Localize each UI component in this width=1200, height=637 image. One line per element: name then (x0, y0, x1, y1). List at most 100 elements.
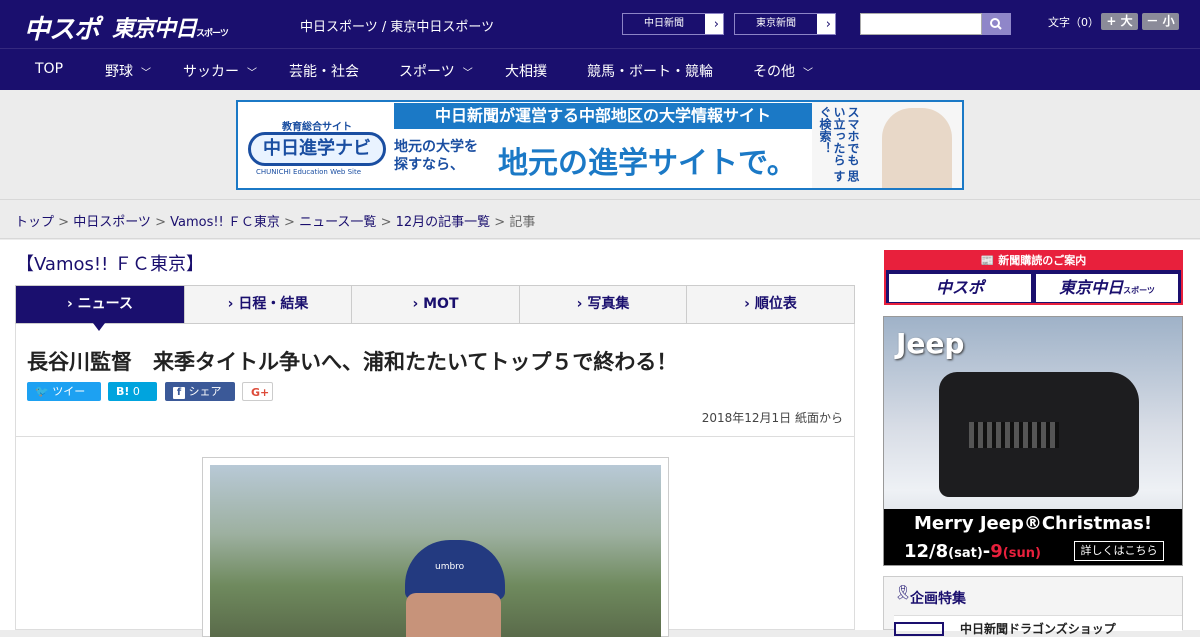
subscribe-chuspo-button[interactable]: 中スポ (889, 274, 1031, 302)
search-button[interactable] (982, 13, 1011, 35)
nav-label: TOP (35, 61, 64, 77)
search-input[interactable] (860, 13, 982, 35)
subscription-box: 📰 新聞購読のご案内 中スポ 東京中日スポーツ (884, 250, 1183, 305)
breadcrumb: トップ > 中日スポーツ > Vamos!! ＦＣ東京 > ニュース一覧 > 1… (0, 199, 1200, 239)
ad-banner-shingaku-navi[interactable]: 教育総合サイト 中日進学ナビ CHUNICHI Education Web Si… (236, 100, 964, 190)
jeep-tagline: Merry Jeep®Christmas! (913, 513, 1153, 534)
chevron-down-icon: ﹀ (247, 68, 257, 79)
chevron-right-icon: › (744, 296, 755, 312)
twitter-icon: 🐦 (35, 385, 49, 398)
divider (16, 436, 854, 437)
chevron-right-icon: › (576, 296, 588, 312)
tokyo-chunichi-logo[interactable]: 東京中日スポーツ (112, 11, 229, 43)
feature-item-title: 中日新聞ドラゴンズショップ (960, 622, 1116, 636)
section-title: 【Vamos!! ＦＣ東京】 (16, 254, 205, 275)
feature-title: 企画特集 (910, 591, 966, 607)
jeep-day-end: (sun) (1002, 546, 1041, 561)
subscription-header: 📰 新聞購読のご案内 (886, 252, 1181, 270)
facebook-label: シェア (188, 385, 222, 398)
tab-news[interactable]: › ニュース (16, 286, 185, 331)
newspaper-icon: 📰 (980, 254, 999, 267)
gplus-button[interactable]: G+ (242, 382, 273, 401)
jeep-ad[interactable]: Jeep Merry Jeep®Christmas! 12/8(sat)-9(s… (883, 316, 1183, 566)
nav-label: スポーツ (399, 64, 455, 80)
ad-headline: 中日新聞が運営する中部地区の大学情報サイト (394, 103, 812, 129)
subscribe-tokyo-label: 東京中日 (1059, 278, 1124, 297)
photo-face (406, 593, 501, 637)
chevron-down-icon: ﹀ (803, 68, 813, 79)
tokyo-shimbun-label: 東京新聞 (735, 14, 817, 34)
nav-item-baseball[interactable]: 野球 ﹀ (105, 61, 151, 81)
gplus-icon: G+ (251, 386, 270, 399)
nav-item-sumo[interactable]: 大相撲 (505, 61, 547, 81)
nav-item-sports[interactable]: スポーツ ﹀ (399, 61, 473, 81)
jeep-ad-footer: Merry Jeep®Christmas! 12/8(sat)-9(sun) 詳… (884, 509, 1182, 565)
subscription-header-label: 新聞購読のご案内 (998, 254, 1087, 267)
nav-label: サッカー (183, 64, 239, 80)
nav-label: その他 (753, 64, 795, 80)
tab-schedule-results[interactable]: › 日程・結果 (185, 286, 352, 323)
nav-item-other[interactable]: その他 ﹀ (753, 61, 813, 81)
tab-standings[interactable]: › 順位表 (687, 286, 854, 323)
nav-item-racing[interactable]: 競馬・ボート・競輪 (587, 61, 713, 81)
chevron-right-icon: › (825, 17, 831, 32)
facebook-share-button[interactable]: f シェア 0 (165, 382, 235, 417)
subscribe-tokyo-chunichi-button[interactable]: 東京中日スポーツ (1036, 274, 1178, 302)
font-smaller-button[interactable]: － 小 (1142, 13, 1179, 30)
breadcrumb-december-articles[interactable]: 12月の記事一覧 (396, 215, 491, 230)
nav-item-soccer[interactable]: サッカー ﹀ (183, 61, 257, 81)
chevron-right-icon: › (412, 296, 424, 312)
main-nav: TOP 野球 ﹀ サッカー ﹀ 芸能・社会 スポーツ ﹀ 大相撲 競馬・ボート・競輪 … (0, 48, 1200, 90)
feature-box: 🎗 企画特集 中日新聞ドラゴンズショップ (883, 576, 1183, 636)
jeep-logo: Jeep (896, 327, 965, 360)
tab-label: MOT (423, 296, 459, 312)
facebook-count: 0 (173, 404, 180, 417)
nav-label: 野球 (105, 64, 133, 80)
ad-logo-area: 教育総合サイト 中日進学ナビ CHUNICHI Education Web Si… (242, 112, 386, 176)
tab-mot[interactable]: › MOT (352, 286, 520, 323)
tweet-button[interactable]: 🐦 ツイート (27, 382, 101, 417)
ad-main-text: 地元の進学サイトで。 (498, 146, 797, 181)
nav-label: 競馬・ボート・競輪 (587, 64, 713, 80)
hatena-icon: B! (116, 385, 130, 398)
breadcrumb-vamos-fc-tokyo[interactable]: Vamos!! ＦＣ東京 (170, 215, 280, 230)
breadcrumb-chunichi-sports[interactable]: 中日スポーツ (73, 215, 151, 230)
facebook-icon: f (173, 387, 185, 399)
chevron-down-icon: ﹀ (462, 68, 473, 79)
section-tabs: › ニュース › 日程・結果 › MOT › 写真集 › 順位表 (15, 285, 855, 331)
tab-label: 写真集 (587, 296, 630, 312)
cap-brand-text: umbro (435, 562, 465, 572)
jeep-day-start: (sat) (948, 546, 983, 561)
chunichi-shimbun-button[interactable]: 中日新聞 › (622, 13, 724, 35)
tab-photos[interactable]: › 写真集 (520, 286, 687, 323)
hatena-count: 0 (132, 385, 140, 398)
jeep-cta-button[interactable]: 詳しくはこちら (1074, 541, 1164, 561)
ad-right-panel: スマホでも 思い立ったら すぐ検索！ (812, 102, 962, 188)
tokyo-logo-small: スポーツ (196, 29, 229, 39)
tokyo-shimbun-button[interactable]: 東京新聞 › (734, 13, 836, 35)
article-photo-frame: umbro (202, 457, 669, 637)
site-name[interactable]: 中日スポーツ / 東京中日スポーツ (300, 16, 494, 35)
nav-label: 芸能・社会 (289, 64, 359, 80)
breadcrumb-top[interactable]: トップ (15, 215, 54, 230)
nav-label: 大相撲 (505, 64, 547, 80)
jeep-date-end: 9 (990, 541, 1003, 562)
tokyo-logo-text: 東京中日 (112, 17, 197, 42)
breadcrumb-news-list[interactable]: ニュース一覧 (299, 215, 376, 230)
ad-logo-caption: CHUNICHI Education Web Site (256, 168, 362, 176)
jeep-car-image (939, 372, 1139, 497)
chevron-right-icon: › (67, 296, 78, 312)
nav-item-entertainment[interactable]: 芸能・社会 (289, 61, 359, 81)
jeep-dates: 12/8(sat)-9(sun) (904, 541, 1041, 562)
article-photo[interactable]: umbro (210, 465, 661, 637)
font-larger-button[interactable]: + 大 (1101, 13, 1138, 30)
feature-item[interactable]: 中日新聞ドラゴンズショップ (894, 615, 1182, 636)
nav-item-top[interactable]: TOP (35, 61, 63, 77)
top-header: 中スポ 東京中日スポーツ 中日スポーツ / 東京中日スポーツ 中日新聞 › 東京… (0, 0, 1200, 48)
ad-side-text: スマホでも 思い立ったら すぐ検索！ (818, 106, 860, 183)
feature-thumbnail (894, 622, 944, 636)
font-size-label: 文字（0） (1048, 16, 1099, 29)
hatena-bookmark-button[interactable]: B! 0 (108, 382, 157, 401)
breadcrumb-current: 記事 (509, 215, 536, 230)
chuspo-logo[interactable]: 中スポ (24, 9, 100, 46)
